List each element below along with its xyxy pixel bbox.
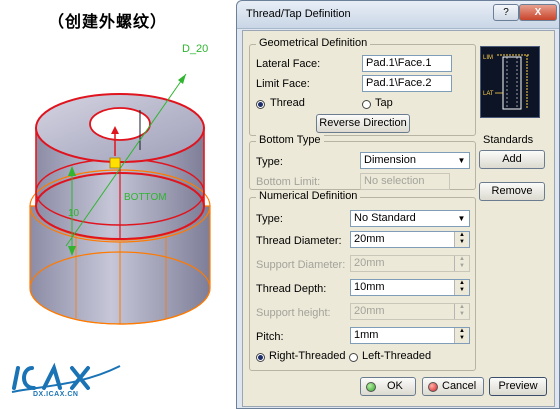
standards-title: Standards [483,134,534,146]
dialog-titlebar[interactable]: Thread/Tap Definition ? X [237,1,559,29]
ok-icon [366,382,376,392]
support-height-label: Support height: [256,307,331,319]
support-height-field: 20mm ▲ ▼ [350,303,470,320]
thread-depth-label: Thread Depth: [256,283,327,295]
numerical-type-combo[interactable]: No Standard ▼ [350,210,470,227]
right-threaded-label: Right-Threaded [269,350,346,362]
remove-standard-button[interactable]: Remove [479,182,545,201]
lateral-face-label: Lateral Face: [256,58,321,70]
spinner-icon[interactable]: ▲ ▼ [454,328,469,343]
left-threaded-label: Left-Threaded [362,350,432,362]
bottom-type-combo[interactable]: Dimension ▼ [360,152,470,169]
thread-diameter-label: Thread Diameter: [256,235,342,247]
bottom-limit-field: No selection [360,173,450,190]
ok-label: OK [387,380,403,392]
limit-face-field[interactable]: Pad.1\Face.2 [362,75,452,92]
group-title: Bottom Type [256,134,324,146]
preview-lim-label: LIM [483,55,493,61]
numerical-type-value: No Standard [354,212,416,224]
spinner-icon: ▲ ▼ [454,256,469,271]
diameter-label: D_20 [182,43,208,55]
dialog-body: Geometrical Definition Lateral Face: Pad… [242,30,555,407]
logo-subtitle: DX.ICAX.CN [33,391,79,398]
support-diameter-label: Support Diameter: [256,259,346,271]
group-title: Geometrical Definition [256,37,371,49]
bottom-label: BOTTOM [124,192,167,203]
cancel-label: Cancel [442,380,477,392]
pitch-value: 1mm [354,329,379,341]
thread-tap-dialog: Thread/Tap Definition ? X Geometrical De… [236,0,560,409]
spinner-icon[interactable]: ▲ ▼ [454,280,469,295]
lateral-face-field[interactable]: Pad.1\Face.1 [362,55,452,72]
support-diameter-value: 20mm [354,257,385,269]
thread-preview-image: LIM LAT [480,46,540,118]
thread-diameter-field[interactable]: 20mm ▲ ▼ [350,231,470,248]
thread-diameter-value: 20mm [354,233,385,245]
support-diameter-field: 20mm ▲ ▼ [350,255,470,272]
bottom-type-value: Dimension [364,154,416,166]
right-threaded-radio[interactable] [256,353,265,362]
numerical-type-label: Type: [256,213,283,225]
add-standard-button[interactable]: Add [479,150,545,169]
thread-depth-value: 10mm [354,281,385,293]
chevron-down-icon[interactable]: ▼ [455,212,468,225]
support-height-value: 20mm [354,305,385,317]
pitch-label: Pitch: [256,331,284,343]
page-heading: （创建外螺纹） [48,12,168,31]
preview-lat-label: LAT [483,91,494,97]
close-button[interactable]: X [519,4,557,21]
spinner-icon[interactable]: ▲ ▼ [454,232,469,247]
tap-radio[interactable] [362,100,371,109]
reverse-direction-button[interactable]: Reverse Direction [316,114,410,133]
thread-radio[interactable] [256,100,265,109]
preview-button[interactable]: Preview [489,377,547,396]
cancel-button[interactable]: Cancel [422,377,484,396]
dialog-title: Thread/Tap Definition [246,8,351,20]
ok-button[interactable]: OK [360,377,416,396]
chevron-down-icon[interactable]: ▼ [455,154,468,167]
cancel-icon [428,382,438,392]
spinner-icon: ▲ ▼ [454,304,469,319]
bottom-limit-label: Bottom Limit: [256,176,321,188]
pitch-field[interactable]: 1mm ▲ ▼ [350,327,470,344]
height-label: 10 [68,208,80,219]
bottom-type-label: Type: [256,156,283,168]
cylinder-model-viewport[interactable]: D_20 10 BOTTOM [0,34,240,334]
limit-face-label: Limit Face: [256,78,310,90]
left-threaded-radio[interactable] [349,353,358,362]
group-title: Numerical Definition [256,190,361,202]
help-button[interactable]: ? [493,4,519,21]
thread-radio-label: Thread [270,97,305,109]
thread-depth-field[interactable]: 10mm ▲ ▼ [350,279,470,296]
top-hole [89,107,151,141]
tap-radio-label: Tap [375,97,393,109]
